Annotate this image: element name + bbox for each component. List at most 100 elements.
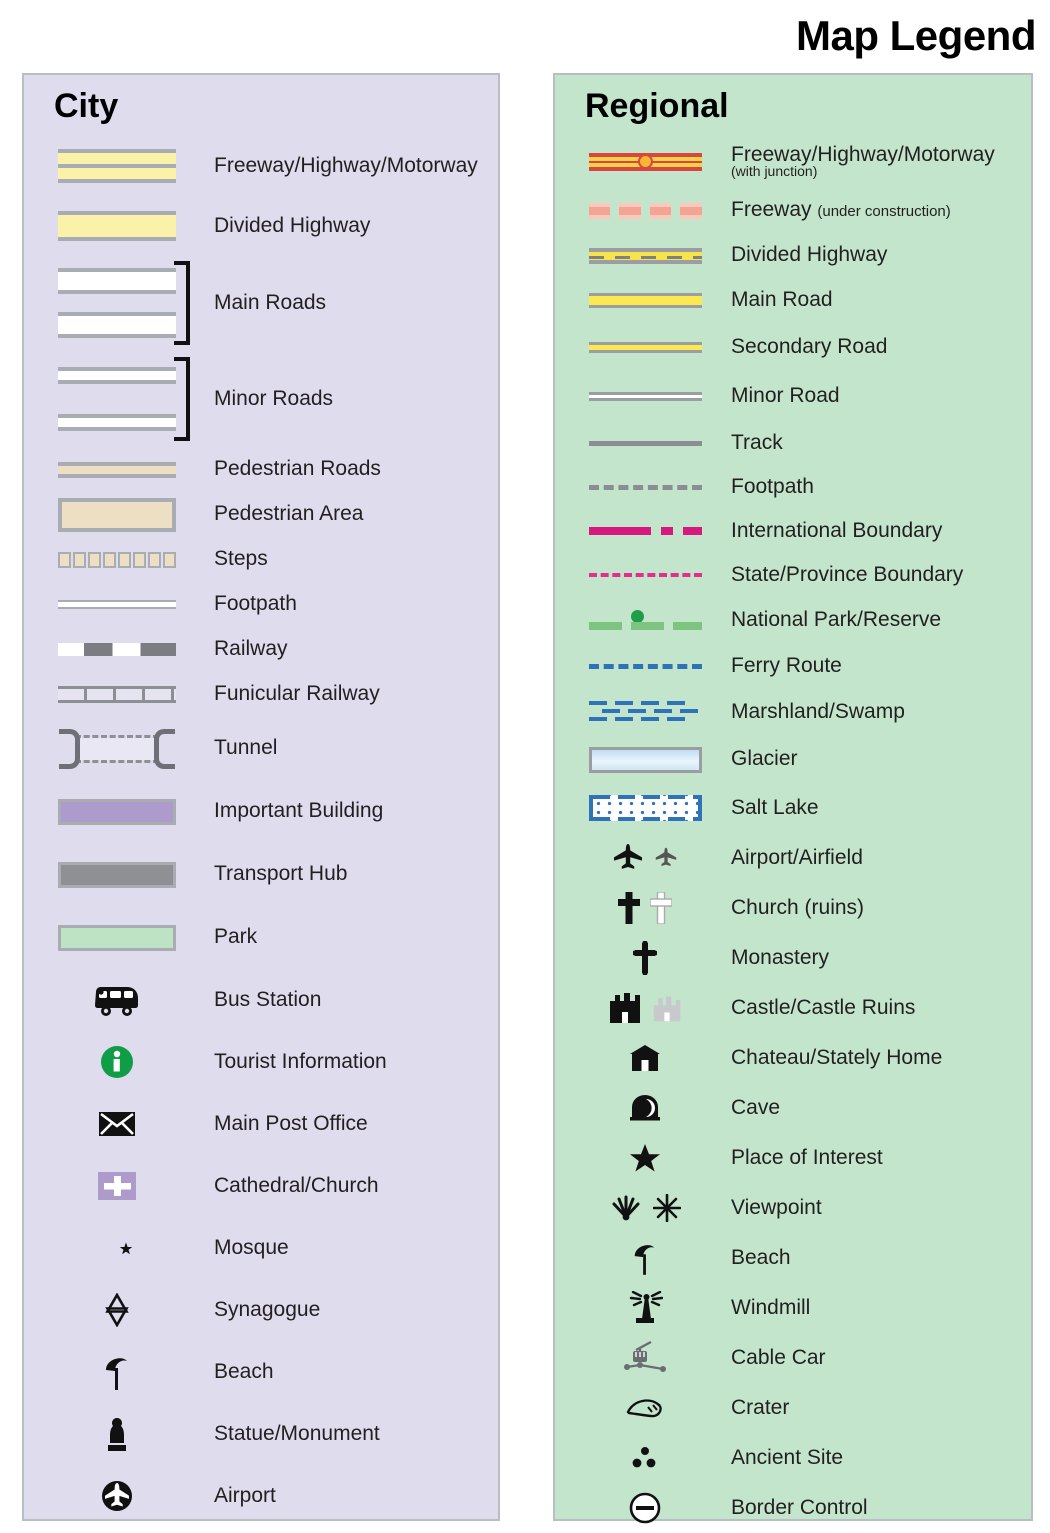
steps-swatch [42, 551, 192, 568]
list-item[interactable]: Crater [555, 1383, 1031, 1433]
list-item[interactable]: Freeway (under construction) [555, 188, 1031, 233]
international-boundary-swatch [575, 527, 715, 535]
list-item[interactable]: Minor Road [555, 372, 1031, 421]
list-item-label: Castle/Castle Ruins [731, 995, 916, 1019]
list-item-label: Salt Lake [731, 795, 819, 819]
list-item[interactable]: Salt Lake [555, 783, 1031, 833]
list-item-label: Monastery [731, 945, 830, 969]
divided-highway-swatch [42, 211, 192, 241]
list-item[interactable]: Freeway/Highway/Motorway (with junction) [555, 135, 1031, 188]
list-item[interactable]: Track [555, 421, 1031, 465]
list-item[interactable]: Beach [555, 1233, 1031, 1283]
list-item[interactable]: Cave [555, 1083, 1031, 1133]
list-item-label: Viewpoint [731, 1195, 822, 1219]
list-item[interactable]: Secondary Road [555, 323, 1031, 372]
list-item-label: Railway [214, 637, 288, 661]
list-item-label: Important Building [214, 799, 384, 823]
list-item[interactable]: Chateau/Stately Home [555, 1033, 1031, 1083]
list-item[interactable]: Synagogue [24, 1279, 498, 1341]
list-item[interactable]: Railway [24, 627, 498, 672]
track-swatch [575, 440, 715, 446]
windmill-icon [575, 1291, 715, 1325]
list-item[interactable]: Ancient Site [555, 1433, 1031, 1483]
list-item[interactable]: National Park/Reserve [555, 597, 1031, 643]
list-item[interactable]: Border Control [555, 1483, 1031, 1533]
minor-roads-swatch [42, 367, 192, 431]
list-item-label: Crater [731, 1395, 790, 1419]
list-item[interactable]: Cathedral/Church [24, 1155, 498, 1217]
secondary-road-swatch [575, 342, 715, 353]
list-item[interactable]: State/Province Boundary [555, 553, 1031, 597]
list-item-label: Cave [731, 1095, 781, 1119]
list-item-label: Minor Roads [214, 386, 334, 410]
list-item-inline-note: (under construction) [817, 203, 951, 221]
list-item[interactable]: Bus Station [24, 969, 498, 1031]
list-item[interactable]: Pedestrian Roads [24, 447, 498, 492]
list-item[interactable]: Mosque [24, 1217, 498, 1279]
list-item-label: Minor Road [731, 384, 840, 408]
list-item-label: Bus Station [214, 987, 322, 1011]
bus-icon [42, 984, 192, 1016]
list-item[interactable]: Freeway/Highway/Motorway [24, 135, 498, 197]
list-item[interactable]: International Boundary [555, 509, 1031, 553]
list-item[interactable]: Airport/Airfield [555, 833, 1031, 883]
list-item[interactable]: Statue/Monument [24, 1403, 498, 1465]
list-item[interactable]: Beach [24, 1341, 498, 1403]
list-item[interactable]: Windmill [555, 1283, 1031, 1333]
list-item[interactable]: Steps [24, 537, 498, 582]
list-item-label: Tunnel [214, 736, 278, 760]
list-item[interactable]: Main Post Office [24, 1093, 498, 1155]
funicular-railway-swatch [42, 686, 192, 703]
list-item[interactable]: Marshland/Swamp [555, 689, 1031, 736]
list-item-label: Cable Car [731, 1345, 826, 1369]
list-item[interactable]: Tourist Information [24, 1031, 498, 1093]
list-item-label: Divided Highway [214, 213, 371, 237]
list-item[interactable]: Monastery [555, 933, 1031, 983]
list-item[interactable]: Main Roads [24, 255, 498, 351]
church-cross-icon [42, 1171, 192, 1201]
list-item[interactable]: Castle/Castle Ruins [555, 983, 1031, 1033]
list-item[interactable]: Divided Highway [555, 233, 1031, 278]
list-item[interactable]: Place of Interest [555, 1133, 1031, 1183]
monastery-cross-icon [575, 941, 715, 975]
regional-panel-heading: Regional [585, 87, 729, 125]
list-item[interactable]: Footpath [24, 582, 498, 627]
list-item[interactable]: Transport Hub [24, 843, 498, 906]
tunnel-swatch [42, 728, 192, 769]
list-item-label: Chateau/Stately Home [731, 1045, 943, 1069]
list-item[interactable]: Ferry Route [555, 643, 1031, 689]
railway-swatch [42, 643, 192, 656]
marshland-swatch [575, 699, 715, 727]
list-item-label: Glacier [731, 747, 798, 771]
list-item[interactable]: Minor Roads [24, 351, 498, 447]
list-item[interactable]: Footpath [555, 465, 1031, 509]
list-item-label: Airport [214, 1483, 276, 1507]
list-item[interactable]: Viewpoint [555, 1183, 1031, 1233]
cable-car-icon [575, 1341, 715, 1375]
list-item-label: International Boundary [731, 518, 943, 542]
list-item[interactable]: Important Building [24, 780, 498, 843]
list-item-label: Airport/Airfield [731, 845, 863, 869]
glacier-swatch [575, 746, 715, 773]
footpath-swatch [42, 600, 192, 609]
list-item-label-main: Freeway [731, 198, 812, 222]
crater-icon [575, 1396, 715, 1420]
list-item-label: Tourist Information [214, 1049, 387, 1073]
list-item[interactable]: Glacier [555, 736, 1031, 783]
list-item[interactable]: Park [24, 906, 498, 969]
list-item[interactable]: Main Road [555, 278, 1031, 323]
list-item-label: Pedestrian Roads [214, 457, 381, 481]
list-item[interactable]: Tunnel [24, 717, 498, 780]
regional-legend-panel: Regional Freeway/Highway/Motorway (with … [553, 73, 1033, 1524]
star-of-david-icon [42, 1293, 192, 1327]
list-item-label: Cathedral/Church [214, 1173, 379, 1197]
list-item[interactable]: Airport [24, 1465, 498, 1527]
list-item[interactable]: Divided Highway [24, 197, 498, 255]
transport-hub-swatch [42, 861, 192, 888]
list-item[interactable]: Cable Car [555, 1333, 1031, 1383]
city-panel-heading: City [54, 87, 119, 125]
list-item[interactable]: Funicular Railway [24, 672, 498, 717]
list-item[interactable]: Church (ruins) [555, 883, 1031, 933]
list-item[interactable]: Pedestrian Area [24, 492, 498, 537]
list-item-label: Steps [214, 547, 268, 571]
